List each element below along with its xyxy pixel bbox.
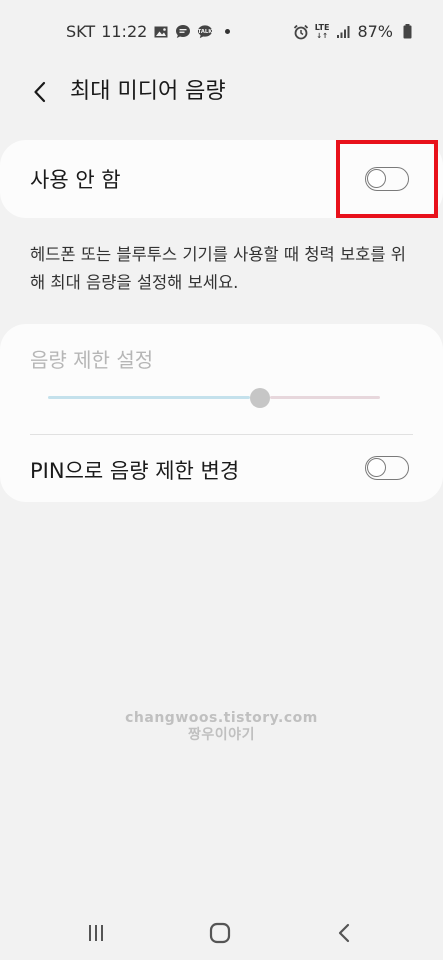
signal-icon	[335, 24, 351, 40]
alarm-icon	[293, 24, 309, 40]
watermark-url: changwoos.tistory.com	[125, 710, 318, 726]
watermark-name: 짱우이야기	[188, 727, 255, 743]
watermark: changwoos.tistory.com 짱우이야기	[0, 710, 443, 744]
battery-percent: 87%	[357, 22, 393, 41]
clock: 11:22	[101, 22, 148, 41]
slider-track-inactive	[270, 396, 380, 399]
pin-change-toggle[interactable]	[365, 456, 409, 480]
volume-limit-card: 음량 제한 설정 PIN으로 음량 제한 변경	[0, 324, 443, 502]
slider-thumb[interactable]	[250, 388, 270, 408]
status-left: SKT 11:22 TALK	[66, 22, 231, 41]
app-bar: 최대 미디어 음량	[0, 68, 443, 116]
toggle-knob	[367, 458, 386, 477]
battery-icon	[399, 24, 415, 40]
divider	[30, 434, 413, 435]
slider-track-active	[48, 396, 250, 399]
toggle-knob	[367, 169, 386, 188]
home-icon	[209, 922, 231, 944]
volume-limit-slider[interactable]	[48, 388, 380, 408]
home-button[interactable]	[205, 918, 235, 948]
back-arrow-icon	[34, 81, 46, 103]
talk-icon: TALK	[197, 24, 213, 40]
master-switch-label: 사용 안 함	[30, 168, 121, 192]
navigation-bar	[0, 900, 443, 960]
network-type: LTE ↓↑	[314, 22, 330, 40]
description-text: 헤드폰 또는 블루투스 기기를 사용할 때 청력 보호를 위해 최대 음량을 설…	[30, 245, 406, 292]
recents-icon	[89, 925, 103, 941]
page-title: 최대 미디어 음량	[70, 79, 226, 104]
message-icon	[175, 24, 191, 40]
recents-button[interactable]	[81, 918, 111, 948]
svg-text:TALK: TALK	[198, 29, 213, 35]
gallery-icon	[153, 24, 169, 40]
pin-change-label: PIN으로 음량 제한 변경	[30, 459, 240, 483]
status-bar: SKT 11:22 TALK LTE ↓↑ 87%	[0, 0, 443, 68]
volume-limit-title: 음량 제한 설정	[30, 348, 154, 372]
master-switch-toggle[interactable]	[365, 167, 409, 191]
nav-back-button[interactable]	[329, 918, 359, 948]
status-right: LTE ↓↑ 87%	[293, 22, 415, 41]
master-switch-card[interactable]: 사용 안 함	[0, 140, 443, 218]
back-button[interactable]	[24, 76, 56, 108]
more-notifications-icon	[225, 29, 231, 34]
carrier-label: SKT	[66, 22, 96, 41]
back-icon	[338, 923, 350, 943]
